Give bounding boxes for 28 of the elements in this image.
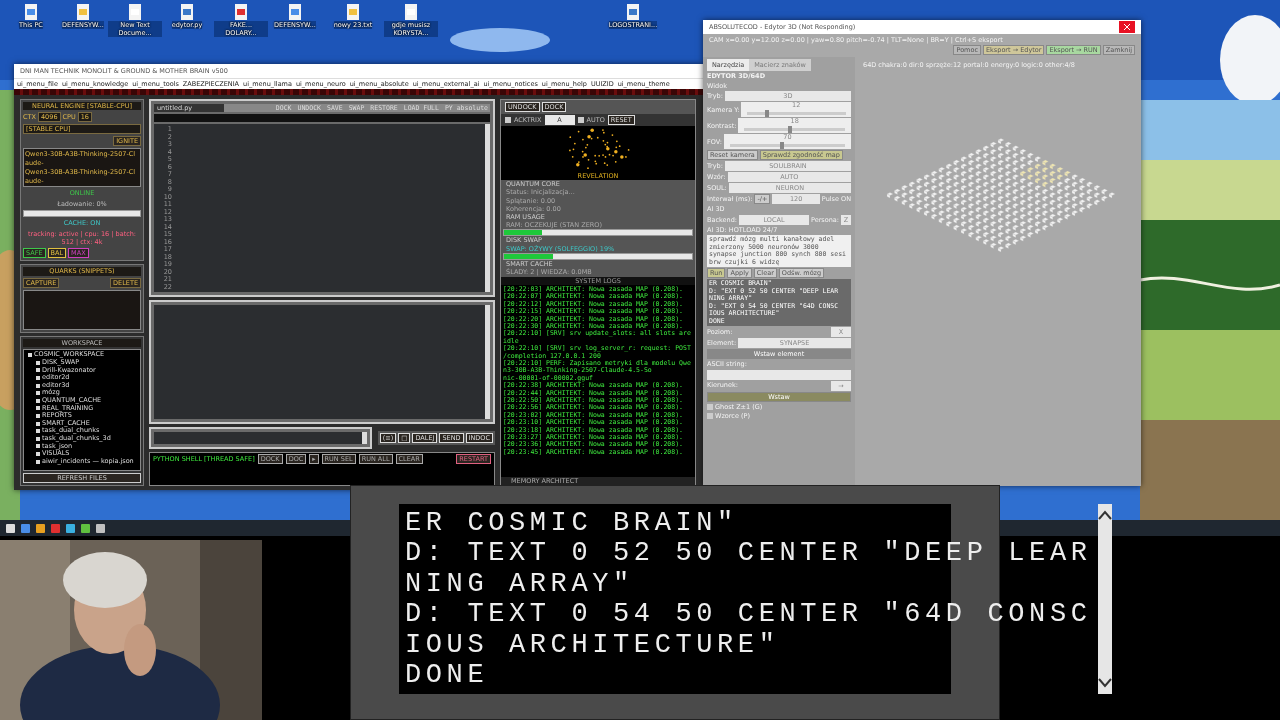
file-icon[interactable] [288,4,302,20]
scroll-down-icon[interactable] [1097,678,1112,689]
file-icon[interactable] [128,4,142,20]
file-icon[interactable] [234,4,248,20]
terminal-line: D: TEXT 0 52 50 CENTER "DEEP LEAR [405,538,1092,569]
file-icon[interactable] [346,4,360,20]
terminal-line: NING ARRAY" [405,568,635,600]
terminal-line: D: TEXT 0 54 50 CENTER "64D CONSC [405,599,1092,630]
file-icon[interactable] [404,4,418,20]
file-icon[interactable] [180,4,194,20]
slider-thumb[interactable] [764,110,769,118]
slider-thumb[interactable] [779,142,784,150]
snippet-list[interactable] [23,289,141,330]
ascii-field[interactable] [707,369,851,380]
file-icon[interactable] [76,4,90,20]
checkbox[interactable] [707,413,713,420]
terminal-line: IOUS ARCHITECTURE" [405,629,781,661]
checkbox[interactable] [707,403,713,410]
file-icon[interactable] [626,4,640,20]
scroll-up-icon[interactable] [1097,510,1112,520]
file-icon[interactable] [24,4,38,20]
close-icon[interactable] [1119,21,1135,33]
slider-thumb[interactable] [787,126,792,134]
terminal-line: ER COSMIC BRAIN" [405,508,739,539]
checkbox[interactable] [505,117,511,123]
chat-input[interactable] [154,432,367,444]
checkbox[interactable] [577,117,584,123]
terminal-line: DONE [405,660,490,691]
